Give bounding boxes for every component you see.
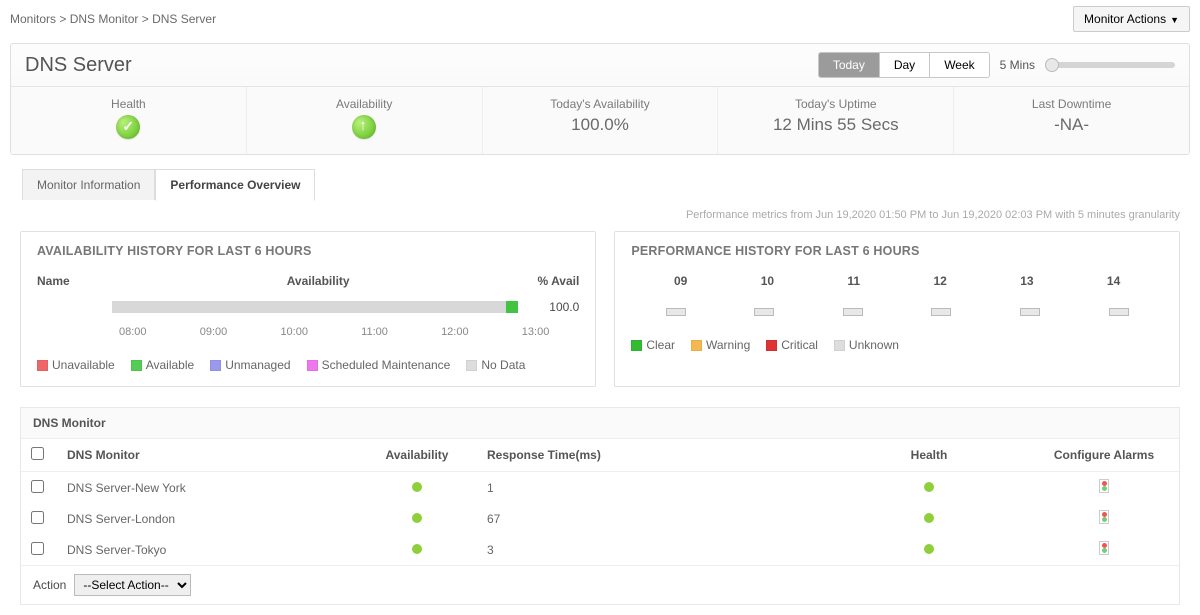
breadcrumb: Monitors > DNS Monitor > DNS Server [10,12,216,26]
availability-dot-icon [412,482,422,492]
crumb-dns-monitor[interactable]: DNS Monitor [70,12,139,26]
range-today[interactable]: Today [819,53,880,77]
tab-monitor-information[interactable]: Monitor Information [22,169,155,200]
configure-alarm-icon[interactable] [1099,479,1109,493]
availability-history-title: AVAILABILITY HISTORY FOR LAST 6 HOURS [37,244,579,258]
col-availability: Availability [112,274,524,288]
health-label: Health [11,97,246,111]
availability-up-icon [352,115,376,139]
granularity-slider[interactable] [1045,62,1175,68]
performance-metrics-range: Performance metrics from Jun 19,2020 01:… [0,205,1200,231]
row-response-time: 3 [477,534,829,565]
th-availability: Availability [357,439,477,472]
today-availability-value: 100.0% [483,115,718,135]
tab-performance-overview[interactable]: Performance Overview [155,169,315,201]
today-uptime-label: Today's Uptime [718,97,953,111]
row-response-time: 67 [477,503,829,534]
action-select[interactable]: --Select Action-- [74,574,191,596]
availability-time-axis: 08:0009:0010:0011:0012:0013:00 [111,320,579,338]
th-configure-alarms: Configure Alarms [1029,439,1179,472]
performance-markers [631,308,1163,316]
health-dot-icon [924,513,934,523]
table-row[interactable]: DNS Server-Tokyo 3 [21,534,1179,565]
today-uptime-value: 12 Mins 55 Secs [718,115,953,135]
availability-bar [112,301,518,313]
th-response-time: Response Time(ms) [477,439,829,472]
row-name: DNS Server-Tokyo [57,534,357,565]
availability-legend: Unavailable Available Unmanaged Schedule… [37,358,579,372]
availability-dot-icon [412,544,422,554]
th-dns-monitor: DNS Monitor [57,439,357,472]
configure-alarm-icon[interactable] [1099,541,1109,555]
col-name: Name [37,274,112,288]
page-title: DNS Server [25,54,132,77]
monitor-actions-button[interactable]: Monitor Actions▼ [1073,6,1190,32]
row-checkbox[interactable] [31,480,44,493]
last-downtime-label: Last Downtime [954,97,1189,111]
table-row[interactable]: DNS Server-New York 1 [21,472,1179,504]
performance-legend: Clear Warning Critical Unknown [631,338,1163,352]
row-checkbox[interactable] [31,542,44,555]
table-row[interactable]: DNS Server-London 67 [21,503,1179,534]
dns-monitor-section-title: DNS Monitor [21,408,1179,439]
performance-history-title: PERFORMANCE HISTORY FOR LAST 6 HOURS [631,244,1163,258]
availability-pct-value: 100.0 [524,300,579,314]
row-name: DNS Server-New York [57,472,357,504]
last-downtime-value: -NA- [954,115,1189,135]
today-availability-label: Today's Availability [483,97,718,111]
availability-dot-icon [412,513,422,523]
configure-alarm-icon[interactable] [1099,510,1109,524]
health-ok-icon [116,115,140,139]
row-name: DNS Server-London [57,503,357,534]
row-response-time: 1 [477,472,829,504]
availability-label: Availability [247,97,482,111]
performance-hours-header: 091011121314 [637,274,1157,288]
health-dot-icon [924,482,934,492]
health-dot-icon [924,544,934,554]
row-checkbox[interactable] [31,511,44,524]
range-week[interactable]: Week [930,53,988,77]
crumb-current: DNS Server [152,12,216,26]
action-label: Action [33,578,66,592]
range-day[interactable]: Day [880,53,930,77]
crumb-monitors[interactable]: Monitors [10,12,56,26]
col-pct-avail: % Avail [524,274,579,288]
select-all-checkbox[interactable] [31,447,44,460]
granularity-label: 5 Mins [1000,58,1035,72]
time-range-segmented[interactable]: Today Day Week [818,52,990,78]
th-health: Health [829,439,1029,472]
chevron-down-icon: ▼ [1170,15,1179,25]
